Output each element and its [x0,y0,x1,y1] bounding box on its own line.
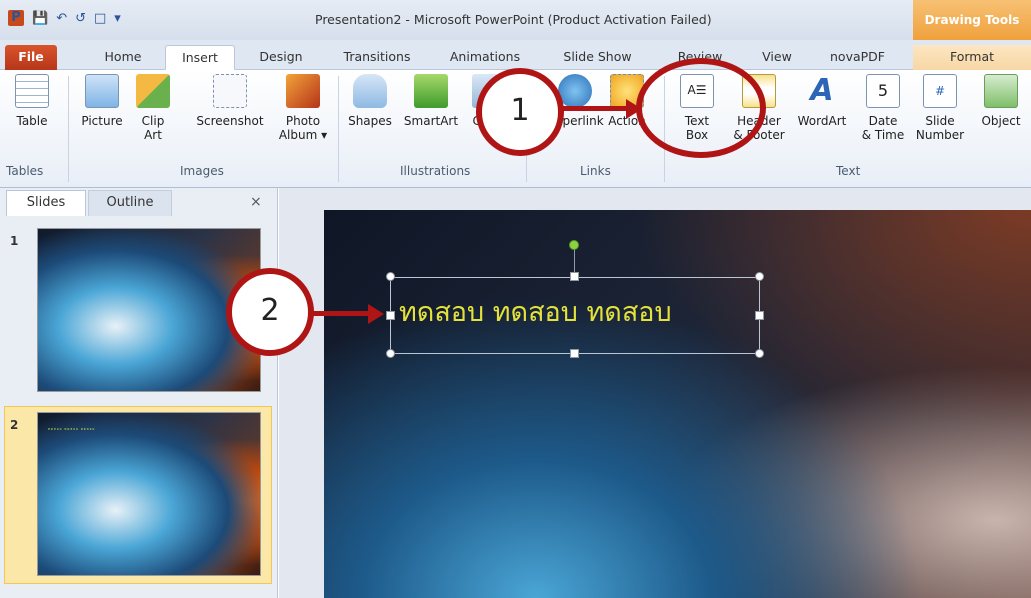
slides-panel: Slides Outline × 1 2 ทดสอบ ทดสอบ ทดสอบ [0,188,278,598]
slide-workspace [279,188,1031,598]
tab-home[interactable]: Home [98,45,148,70]
tab-design[interactable]: Design [250,45,312,70]
object-label: Object [981,114,1021,128]
callout-2-arrow [310,311,372,316]
resize-handle-bottom-left[interactable] [386,349,395,358]
object-button[interactable]: Object [975,74,1027,128]
resize-handle-bottom[interactable] [570,349,579,358]
rotation-handle[interactable] [569,240,579,250]
calendar-icon: 5 [866,74,900,108]
object-icon [984,74,1018,108]
clip-art-label: Clip Art [141,114,165,142]
clip-art-icon [136,74,170,108]
new-document-icon[interactable]: □ [94,11,106,26]
close-panel-icon[interactable]: × [250,194,262,210]
callout-1: 1 [476,68,564,156]
resize-handle-bottom-right[interactable] [755,349,764,358]
group-label-illustrations: Illustrations [400,164,471,178]
slide-number-label: Slide Number [915,114,965,142]
tab-transitions[interactable]: Transitions [332,45,422,70]
group-label-images: Images [180,164,224,178]
clip-art-button[interactable]: Clip Art [132,74,174,142]
thumbnail-text: ทดสอบ ทดสอบ ทดสอบ [48,427,96,431]
save-icon[interactable]: 💾 [32,11,48,26]
resize-handle-top[interactable] [570,272,579,281]
group-label-text: Text [836,164,861,178]
screenshot-button[interactable]: Screenshot [188,74,272,128]
shapes-label: Shapes [348,114,392,128]
callout-2-arrowhead [368,304,384,324]
callout-1-arrow [560,106,630,111]
picture-button[interactable]: Picture [76,74,128,128]
resize-handle-top-left[interactable] [386,272,395,281]
shapes-button[interactable]: Shapes [344,74,396,128]
picture-label: Picture [81,114,123,128]
smartart-button[interactable]: SmartArt [398,74,464,128]
slide-canvas[interactable] [324,210,1031,598]
tab-novapdf[interactable]: novaPDF [820,45,895,70]
tab-view[interactable]: View [752,45,802,70]
tab-file[interactable]: File [5,45,57,70]
table-label: Table [16,114,48,128]
text-box-highlight-ring [636,58,766,158]
wordart-label: WordArt [797,114,847,128]
window-title: Presentation2 - Microsoft PowerPoint (Pr… [315,12,712,27]
text-box-content[interactable]: ทดสอบ ทดสอบ ทดสอบ [399,290,672,333]
tab-outline[interactable]: Outline [88,190,172,216]
tab-animations[interactable]: Animations [440,45,530,70]
resize-handle-left[interactable] [386,311,395,320]
photo-album-button[interactable]: Photo Album ▾ [274,74,332,142]
group-label-links: Links [580,164,611,178]
customize-qat-icon[interactable]: ▾ [114,11,121,26]
table-icon [15,74,49,108]
quick-access-toolbar: P 💾 ↶ ↺ □ ▾ [8,10,121,26]
smartart-label: SmartArt [403,114,459,128]
date-time-button[interactable]: 5 Date & Time [858,74,908,142]
smartart-icon [414,74,448,108]
resize-handle-right[interactable] [755,311,764,320]
group-divider [338,76,339,182]
slide-number-icon: # [923,74,957,108]
tab-slides[interactable]: Slides [6,190,86,216]
table-button[interactable]: Table [8,74,56,128]
group-divider [68,76,69,182]
title-bar: P 💾 ↶ ↺ □ ▾ Presentation2 - Microsoft Po… [0,0,1031,40]
tab-insert[interactable]: Insert [165,45,235,70]
photo-album-icon [286,74,320,108]
redo-icon[interactable]: ↺ [75,11,86,26]
date-time-label: Date & Time [861,114,905,142]
photo-album-label: Photo Album ▾ [278,114,328,142]
slide-text-box[interactable]: ทดสอบ ทดสอบ ทดสอบ [390,277,760,354]
powerpoint-logo-icon[interactable]: P [8,10,24,26]
wordart-button[interactable]: A WordArt [794,73,850,129]
resize-handle-top-right[interactable] [755,272,764,281]
slide-number-1: 1 [10,234,19,248]
drawing-tools-tab-group: Drawing Tools [913,0,1031,40]
tab-slide-show[interactable]: Slide Show [555,45,640,70]
slide-thumbnail-2[interactable]: ทดสอบ ทดสอบ ทดสอบ [37,412,261,576]
tab-format[interactable]: Format [913,45,1031,70]
picture-icon [85,74,119,108]
slide-number-2: 2 [10,418,19,432]
undo-icon[interactable]: ↶ [56,11,67,26]
ribbon-tabs: File Home Insert Design Transitions Anim… [0,40,1031,70]
wordart-icon: A [810,73,834,108]
shapes-icon [353,74,387,108]
screenshot-icon [213,74,247,108]
callout-2: 2 [226,268,314,356]
screenshot-label: Screenshot [196,114,264,128]
group-label-tables: Tables [6,164,44,178]
slide-number-button[interactable]: # Slide Number [912,74,968,142]
